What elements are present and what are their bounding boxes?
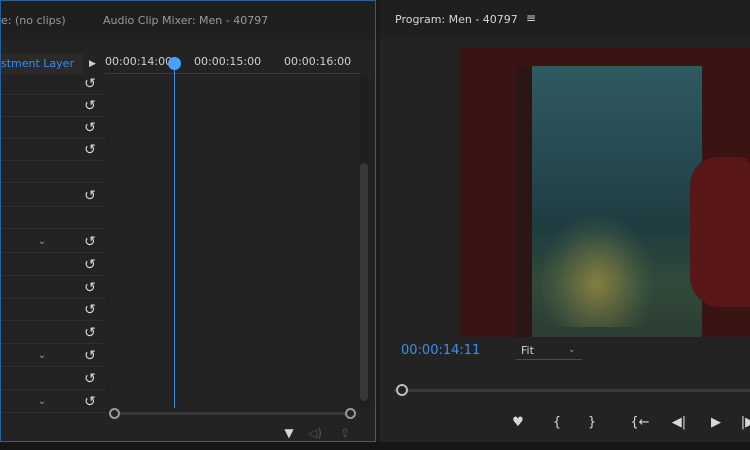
playhead-line[interactable] xyxy=(174,63,175,408)
play-button[interactable]: ▶ xyxy=(704,412,728,434)
chevron-down-icon[interactable]: ⌄ xyxy=(35,349,49,363)
time-ruler[interactable]: 00:00:14:00 00:00:15:00 00:00:16:00 xyxy=(105,41,375,73)
video-preview[interactable] xyxy=(460,47,750,337)
tab-effect-controls[interactable]: e: (no clips) xyxy=(1,14,66,27)
property-row xyxy=(1,161,105,183)
fit-label: Fit xyxy=(521,344,534,357)
play-arrow-icon[interactable]: ▶ xyxy=(89,54,101,74)
property-row: ↺ xyxy=(1,95,105,117)
property-row: ↺ xyxy=(1,368,105,390)
export-icon[interactable]: ⇪ xyxy=(335,424,355,442)
reset-icon[interactable]: ↺ xyxy=(81,142,99,158)
reset-icon[interactable]: ↺ xyxy=(81,325,99,341)
zoom-scrollbar[interactable] xyxy=(109,407,357,419)
video-city-lights xyxy=(542,217,652,327)
scrubber-handle[interactable] xyxy=(396,384,408,396)
reset-icon[interactable]: ↺ xyxy=(81,348,99,364)
timecode-label: 00:00:16:00 xyxy=(284,55,352,68)
playhead-handle[interactable] xyxy=(168,57,181,70)
chevron-down-icon[interactable]: ⌄ xyxy=(35,235,49,249)
scrollbar-thumb[interactable] xyxy=(360,163,368,401)
transport-controls: ♥ { } {← ◀| ▶ |▶ xyxy=(380,410,750,434)
mark-out-button[interactable]: } xyxy=(580,412,604,434)
step-forward-button[interactable]: |▶ xyxy=(736,412,750,434)
bottom-edge xyxy=(0,442,750,450)
property-row: ⌄ ↺ xyxy=(1,391,105,413)
program-monitor-panel: Program: Men - 40797 ≡ 00:00:14:11 Fit ⌄… xyxy=(380,0,750,450)
reset-icon[interactable]: ↺ xyxy=(81,188,99,204)
right-panel-header: Program: Men - 40797 ≡ xyxy=(380,0,750,38)
left-panel-header: e: (no clips) Audio Clip Mixer: Men - 40… xyxy=(1,1,375,39)
reset-icon[interactable]: ↺ xyxy=(81,257,99,273)
property-row: ↺ xyxy=(1,299,105,321)
clip-name-label[interactable]: stment Layer xyxy=(1,54,83,74)
add-marker-button[interactable]: ♥ xyxy=(506,412,530,434)
step-back-button[interactable]: ◀| xyxy=(667,412,691,434)
program-timecode[interactable]: 00:00:14:11 xyxy=(401,343,480,358)
property-row: ↺ xyxy=(1,139,105,161)
tab-audio-clip-mixer[interactable]: Audio Clip Mixer: Men - 40797 xyxy=(103,14,268,27)
scroll-end-handle[interactable] xyxy=(345,408,356,419)
property-rows: ↺ ↺ ↺ ↺ ↺ ⌄ ↺ ↺ ↺ ↺ ↺ ⌄ ↺ ↺ ⌄ ↺ xyxy=(1,73,105,413)
scroll-start-handle[interactable] xyxy=(109,408,120,419)
property-row: ⌄ ↺ xyxy=(1,345,105,367)
program-scrubber[interactable] xyxy=(394,382,750,398)
effect-controls-panel: e: (no clips) Audio Clip Mixer: Men - 40… xyxy=(0,0,376,442)
property-row: ⌄ ↺ xyxy=(1,231,105,253)
video-figure xyxy=(690,157,750,307)
video-shadow xyxy=(515,66,533,337)
reset-icon[interactable]: ↺ xyxy=(81,394,99,410)
filter-icon[interactable]: ▼ xyxy=(279,424,299,442)
reset-icon[interactable]: ↺ xyxy=(81,120,99,136)
reset-icon[interactable]: ↺ xyxy=(81,371,99,387)
property-row: ↺ xyxy=(1,277,105,299)
scrubber-track[interactable] xyxy=(394,389,750,392)
property-row: ↺ xyxy=(1,322,105,344)
reset-icon[interactable]: ↺ xyxy=(81,302,99,318)
menu-icon[interactable]: ≡ xyxy=(526,11,536,25)
mark-in-button[interactable]: { xyxy=(545,412,569,434)
vertical-scrollbar[interactable] xyxy=(359,75,369,407)
property-row: ↺ xyxy=(1,73,105,95)
reset-icon[interactable]: ↺ xyxy=(81,234,99,250)
property-row: ↺ xyxy=(1,185,105,207)
reset-icon[interactable]: ↺ xyxy=(81,76,99,92)
reset-icon[interactable]: ↺ xyxy=(81,280,99,296)
property-row xyxy=(1,207,105,229)
panel-footer-icons: ▼ ◁) ⇪ xyxy=(271,424,371,442)
chevron-down-icon: ⌄ xyxy=(568,345,576,355)
scrollbar-track[interactable] xyxy=(115,412,351,415)
program-monitor-title[interactable]: Program: Men - 40797 xyxy=(395,13,518,26)
property-row: ↺ xyxy=(1,254,105,276)
zoom-fit-select[interactable]: Fit ⌄ xyxy=(516,342,582,360)
property-row: ↺ xyxy=(1,117,105,139)
go-to-in-button[interactable]: {← xyxy=(628,412,652,434)
reset-icon[interactable]: ↺ xyxy=(81,98,99,114)
chevron-down-icon[interactable]: ⌄ xyxy=(35,395,49,409)
audio-icon[interactable]: ◁) xyxy=(305,424,325,442)
timecode-label: 00:00:15:00 xyxy=(194,55,262,68)
ruler-divider xyxy=(105,73,361,74)
timecode-label: 00:00:14:00 xyxy=(105,55,173,68)
